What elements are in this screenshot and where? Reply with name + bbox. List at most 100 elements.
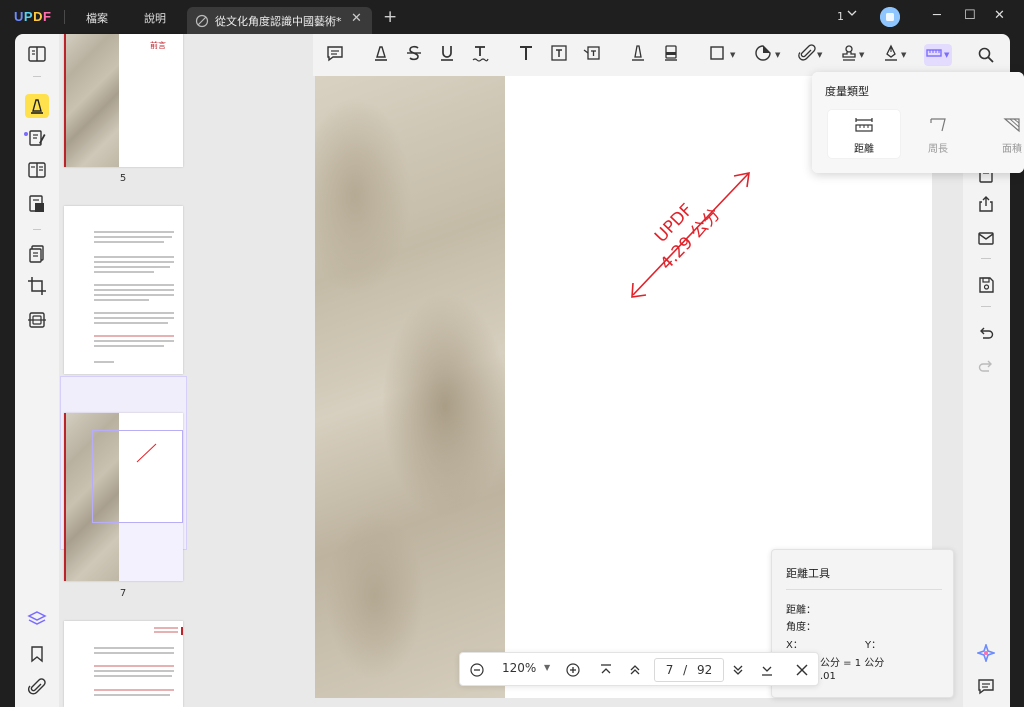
- perimeter-icon: [930, 118, 946, 132]
- close-tab-icon[interactable]: ✕: [351, 11, 362, 26]
- thumbnail-text: [94, 345, 164, 347]
- shape-icon[interactable]: [706, 44, 728, 66]
- highlight-icon[interactable]: [370, 44, 392, 66]
- zoom-in-icon[interactable]: [565, 662, 581, 678]
- thumbnail-text: [154, 627, 178, 629]
- app-logo: UPDF: [14, 9, 52, 24]
- caret-down-icon[interactable]: ▼: [901, 51, 906, 59]
- thumbnail-number: 7: [119, 588, 127, 599]
- thumbnail-text: [94, 675, 172, 677]
- measure-type-perimeter[interactable]: 周長: [902, 110, 974, 158]
- comment-icon[interactable]: [324, 44, 346, 66]
- underline-icon[interactable]: [436, 44, 458, 66]
- measurement-type-popup: 度量類型 距離 周長 面積: [812, 72, 1024, 173]
- previous-page-icon[interactable]: [627, 662, 643, 678]
- measure-type-area[interactable]: 面積: [976, 110, 1024, 158]
- zoom-out-icon[interactable]: [469, 662, 485, 678]
- thumbnail-page-6[interactable]: [64, 206, 183, 374]
- divider: [981, 306, 991, 307]
- measure-type-distance[interactable]: 距離: [828, 110, 900, 158]
- thumbnail-text: [94, 689, 174, 691]
- redo-icon[interactable]: [977, 357, 995, 375]
- new-tab-icon[interactable]: +: [383, 7, 397, 27]
- scale-text: 公分 = 1 公分: [820, 658, 885, 669]
- chevron-down-icon[interactable]: [847, 8, 857, 21]
- thumbnail-page-7[interactable]: [64, 413, 183, 581]
- avatar[interactable]: [880, 7, 900, 27]
- callout-icon[interactable]: [581, 44, 603, 66]
- caret-down-icon[interactable]: ▼: [775, 51, 780, 59]
- search-icon[interactable]: [977, 46, 995, 64]
- title-bar: UPDF 檔案 說明 從文化角度認識中國藝術* ✕ + 1 ─ ☐ ✕: [0, 0, 1024, 34]
- maximize-icon[interactable]: ☐: [964, 8, 976, 23]
- bookmark-icon[interactable]: [27, 644, 47, 664]
- thumbnail-page-5[interactable]: 前言: [64, 34, 183, 167]
- ocr-icon[interactable]: [27, 310, 47, 330]
- distance-icon: [855, 118, 873, 132]
- caret-down-icon[interactable]: ▼: [730, 51, 735, 59]
- email-icon[interactable]: [977, 229, 995, 247]
- caret-down-icon[interactable]: ▼: [544, 663, 550, 672]
- caret-down-icon[interactable]: ▼: [817, 51, 822, 59]
- thumbnail-number: 5: [119, 173, 127, 184]
- area-icon: [1003, 118, 1020, 133]
- organize-icon[interactable]: [27, 160, 47, 180]
- menu-help[interactable]: 說明: [144, 10, 166, 26]
- attachment-icon[interactable]: [27, 677, 47, 697]
- y-coordinate-label: Y：: [865, 640, 882, 651]
- thumbnail-text: [94, 266, 170, 268]
- minimize-icon[interactable]: ─: [933, 8, 941, 23]
- caret-down-icon[interactable]: ▼: [859, 51, 864, 59]
- next-page-icon[interactable]: [730, 662, 746, 678]
- divider: [981, 258, 991, 259]
- thumbnail-heading: 前言: [150, 41, 166, 50]
- close-icon[interactable]: [794, 662, 810, 678]
- pencil-icon[interactable]: [627, 44, 649, 66]
- form-icon[interactable]: [27, 194, 47, 214]
- thumbnail-text: [94, 670, 174, 672]
- thumbnail-measure: [136, 443, 157, 463]
- undo-icon[interactable]: [977, 324, 995, 342]
- comment-icon[interactable]: [27, 96, 47, 116]
- convert-icon[interactable]: [27, 244, 47, 264]
- eraser-icon[interactable]: [660, 44, 682, 66]
- document-tab[interactable]: 從文化角度認識中國藝術* ✕: [187, 7, 372, 34]
- attachment-icon[interactable]: [796, 44, 818, 66]
- thumbnail-text: [94, 241, 164, 243]
- page-number-input[interactable]: 7 / 92: [654, 658, 724, 682]
- page-indicator[interactable]: 1: [837, 10, 844, 23]
- thumbnail-image: [64, 34, 119, 167]
- chat-icon[interactable]: [977, 677, 995, 695]
- text-icon[interactable]: [515, 44, 537, 66]
- close-window-icon[interactable]: ✕: [994, 8, 1005, 23]
- reader-icon[interactable]: [27, 44, 47, 64]
- stamp-icon[interactable]: [838, 44, 860, 66]
- strikethrough-icon[interactable]: [403, 44, 425, 66]
- thumbnail-accent: [181, 627, 183, 635]
- first-page-icon[interactable]: [598, 662, 614, 678]
- textbox-icon[interactable]: [548, 44, 570, 66]
- layers-icon[interactable]: [27, 609, 47, 629]
- thumbnail-text: [94, 361, 114, 363]
- measure-icon[interactable]: [924, 44, 946, 66]
- crop-icon[interactable]: [27, 276, 47, 296]
- popup-title: 度量類型: [825, 85, 869, 98]
- edit-off-icon: [195, 13, 209, 28]
- zoom-level[interactable]: 120%: [502, 661, 536, 675]
- thumbnail-text: [94, 340, 174, 342]
- menu-file[interactable]: 檔案: [86, 10, 108, 26]
- caret-down-icon[interactable]: ▼: [944, 51, 949, 59]
- share-icon[interactable]: [977, 195, 995, 213]
- squiggly-icon[interactable]: [469, 44, 491, 66]
- edit-icon[interactable]: [27, 128, 47, 148]
- divider: [786, 589, 942, 590]
- last-page-icon[interactable]: [759, 662, 775, 678]
- save-icon[interactable]: [977, 276, 995, 294]
- sticker-icon[interactable]: [752, 44, 774, 66]
- ai-icon[interactable]: [975, 642, 997, 664]
- thumbnail-text: [94, 284, 174, 286]
- page-separator: /: [683, 663, 688, 677]
- signature-icon[interactable]: [880, 44, 902, 66]
- thumbnail-page-8[interactable]: [64, 621, 183, 707]
- thumbnail-text: [94, 652, 174, 654]
